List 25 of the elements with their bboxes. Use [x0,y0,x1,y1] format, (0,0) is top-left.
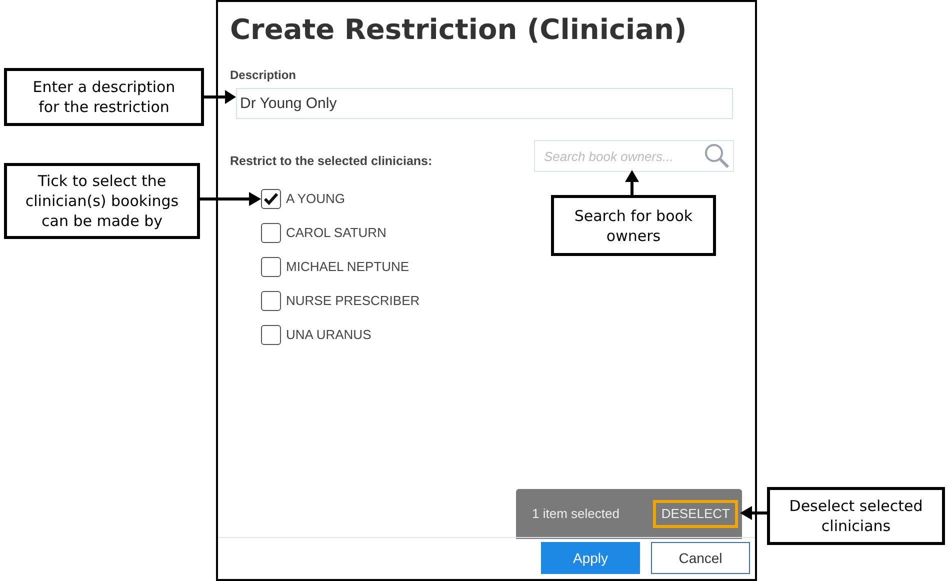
checkbox[interactable] [261,291,281,311]
clinician-name: MICHAEL NEPTUNE [286,258,410,276]
checkbox[interactable] [261,189,281,209]
callout-box: Search for book owners [551,195,716,256]
description-label: Description [230,67,296,84]
description-field[interactable]: Dr Young Only [236,88,733,119]
checkbox[interactable] [261,223,281,243]
cancel-button[interactable]: Cancel [651,542,750,574]
search-icon [704,143,730,169]
search-field[interactable]: Search book owners... [534,140,734,172]
restrict-label: Restrict to the selected clinicians: [230,152,432,170]
arrow [625,170,639,196]
clinician-name: NURSE PRESCRIBER [286,292,420,310]
deselect-button[interactable]: DESELECT [653,500,738,528]
checkbox[interactable] [261,257,281,277]
clinician-name: CAROL SATURN [286,224,386,242]
clinician-name: A YOUNG [286,190,346,208]
callout-box: Enter a description for the restriction [4,68,204,126]
checkbox[interactable] [261,325,281,345]
callout-box: Deselect selected clinicians [767,487,945,545]
callout-box: Tick to select the clinician(s) bookings can be made by [4,163,200,239]
selection-count: 1 item selected [532,505,620,524]
dialog-title: Create Restriction (Clinician) [230,12,687,48]
apply-button[interactable]: Apply [541,542,640,574]
clinician-name: UNA URANUS [286,326,372,344]
